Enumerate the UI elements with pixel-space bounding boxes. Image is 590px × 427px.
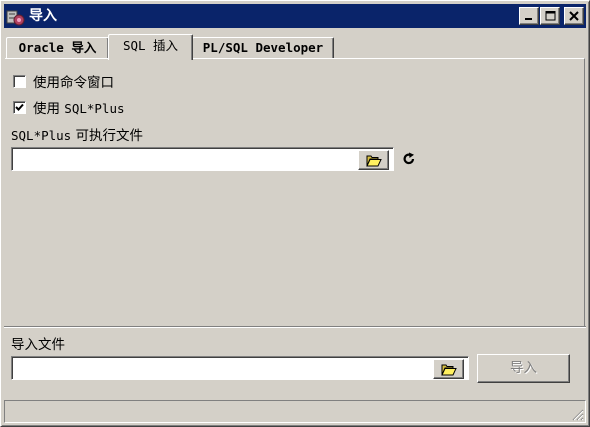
import-file-browse-button[interactable] — [433, 359, 464, 379]
window-title: 导入 — [29, 8, 57, 24]
use-command-window-option[interactable]: 使用命令窗口 — [13, 71, 114, 91]
use-command-window-label: 使用命令窗口 — [33, 75, 114, 91]
tab-plsql-developer[interactable]: PL/SQL Developer — [192, 37, 334, 59]
minimize-icon — [525, 18, 532, 20]
import-button[interactable]: 导入 — [477, 354, 570, 383]
refresh-icon[interactable] — [402, 152, 416, 166]
use-sqlplus-option[interactable]: 使用 SQL*Plus — [13, 97, 125, 117]
use-sqlplus-label-prefix: 使用 — [33, 101, 60, 117]
maximize-icon — [545, 11, 555, 21]
tab-page-sql-insert: 使用命令窗口 使用 SQL*Plus SQL*Plus 可执行文件 — [5, 58, 585, 326]
import-file-label: 导入文件 — [11, 337, 65, 353]
sqlplus-exe-label-mono: SQL*Plus — [11, 128, 72, 143]
import-file-field — [11, 356, 469, 380]
section-separator — [4, 326, 586, 328]
close-icon — [569, 11, 579, 21]
title-bar[interactable]: 导入 — [4, 4, 586, 28]
use-command-window-checkbox[interactable] — [13, 74, 26, 88]
close-button[interactable] — [564, 7, 584, 25]
app-icon — [6, 10, 25, 26]
sqlplus-exe-input[interactable] — [14, 150, 356, 169]
resize-grip-icon[interactable] — [570, 407, 584, 421]
minimize-button[interactable] — [519, 7, 539, 25]
sqlplus-exe-browse-button[interactable] — [358, 150, 389, 170]
checkmark-icon — [15, 103, 24, 111]
folder-open-icon — [440, 364, 457, 375]
use-sqlplus-label-suffix: SQL*Plus — [64, 101, 125, 116]
sqlplus-exe-field — [11, 147, 394, 171]
tab-oracle-import[interactable]: Oracle 导入 — [6, 37, 109, 59]
sqlplus-exe-label: SQL*Plus 可执行文件 — [11, 124, 143, 144]
use-sqlplus-checkbox[interactable] — [13, 100, 26, 114]
status-bar — [4, 400, 586, 423]
import-file-input[interactable] — [14, 359, 430, 378]
sqlplus-exe-label-text: 可执行文件 — [75, 128, 144, 144]
import-window: 导入 Oracle 导入 SQL 插入 PL/SQL Developer 使用命… — [0, 0, 590, 427]
tab-sql-insert[interactable]: SQL 插入 — [108, 34, 193, 60]
maximize-button[interactable] — [540, 7, 560, 25]
folder-open-icon — [365, 155, 382, 166]
use-sqlplus-label: 使用 SQL*Plus — [33, 97, 125, 117]
